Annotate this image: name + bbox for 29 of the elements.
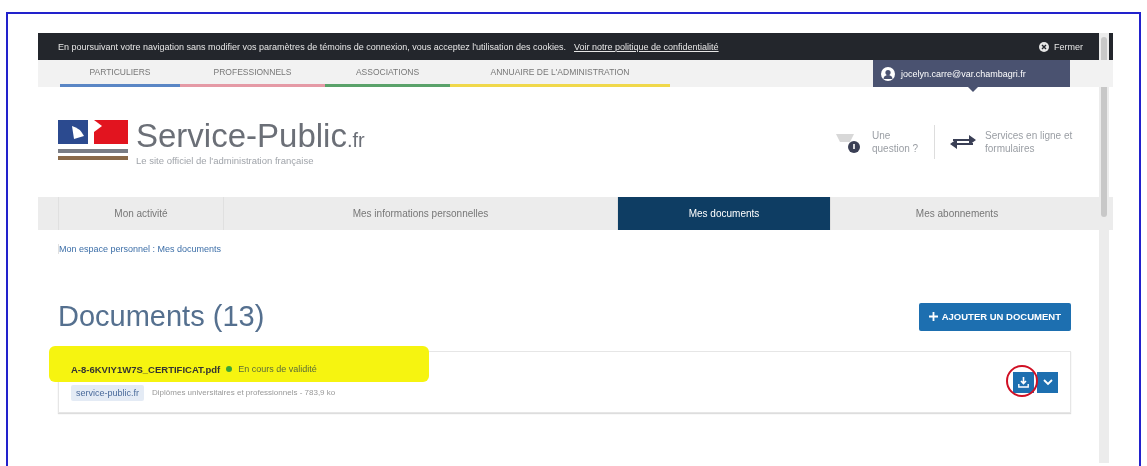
privacy-link[interactable]: Voir notre politique de confidentialité — [574, 41, 719, 52]
breadcrumb[interactable]: Mon espace personnel : Mes documents — [58, 244, 222, 254]
close-button[interactable]: Fermer — [1039, 41, 1083, 52]
nav-tab[interactable]: Mes documents — [617, 197, 830, 230]
more-button[interactable] — [1037, 371, 1058, 393]
nav-tab[interactable]: Mon activité — [58, 197, 223, 230]
plus-icon — [928, 312, 938, 321]
page-heading: Documents (13) — [58, 300, 265, 333]
question-link[interactable]: Une question ? — [834, 129, 920, 155]
add-document-button[interactable]: AJOUTER UN DOCUMENT — [918, 302, 1071, 331]
document-status: En cours de validité — [238, 364, 317, 374]
cookie-notice: En poursuivant votre navigation sans modifier vos paramètres de témoins de connexion, vous acceptez l'utilisation des cookies. — [58, 41, 566, 52]
document-description: Diplômes universitaires et professionnels - 783,9 ko — [152, 388, 336, 397]
user-icon — [881, 66, 895, 81]
chevron-down-icon — [1042, 378, 1053, 386]
category-link[interactable]: ASSOCIATIONS — [325, 60, 450, 87]
document-name[interactable]: A-8-6KVIY1W7S_CERTIFICAT.pdf — [71, 363, 221, 375]
scrollbar[interactable] — [1099, 33, 1109, 463]
download-button[interactable] — [1013, 371, 1034, 393]
close-icon — [1039, 41, 1049, 52]
site-name[interactable]: Service-Public.fr — [136, 118, 365, 152]
category-link[interactable]: PARTICULIERS — [60, 60, 180, 87]
download-icon — [1018, 376, 1029, 388]
nav-tab[interactable]: Mes abonnements — [830, 197, 1083, 230]
category-link[interactable]: PROFESSIONNELS — [180, 60, 325, 87]
source-tag: service-public.fr — [71, 384, 145, 401]
services-link[interactable]: Services en ligne et formulaires — [949, 129, 1073, 155]
category-link[interactable]: ANNUAIRE DE L'ADMINISTRATION — [450, 60, 670, 87]
site-tagline: Le site officiel de l'administration française — [136, 154, 315, 166]
